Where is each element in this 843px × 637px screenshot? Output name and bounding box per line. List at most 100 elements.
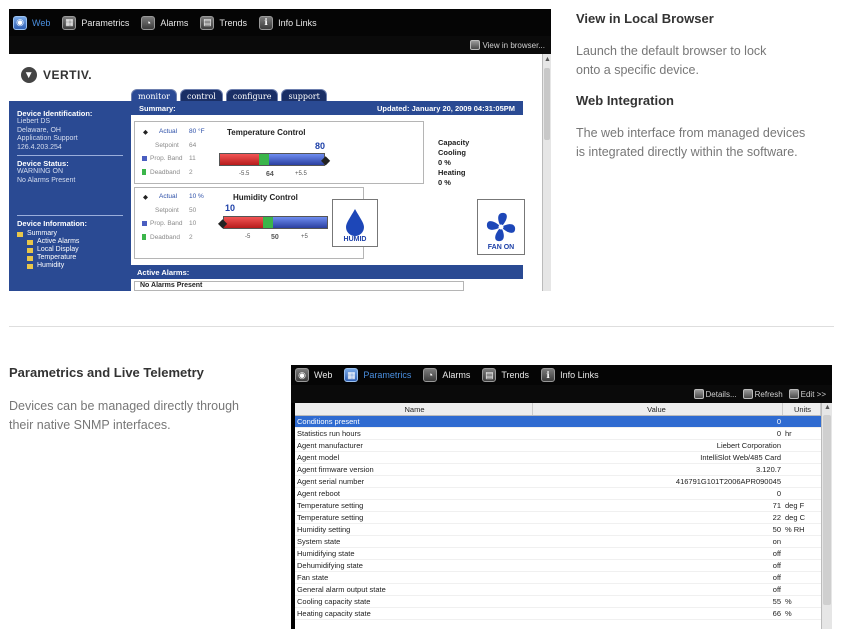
refresh-button[interactable]: Refresh <box>742 389 783 399</box>
web-integration-title: Web Integration <box>576 93 674 108</box>
parametrics-table: Name Value Units Conditions present 0 Stat… <box>295 403 821 629</box>
fan-on-button[interactable]: FAN ON <box>477 199 525 255</box>
hum-setpoint-value: 50 <box>189 207 197 214</box>
temp-actual-value: 80 °F <box>189 128 205 135</box>
column-header-value[interactable]: Value <box>533 403 783 415</box>
temp-actual-label: Actual <box>159 128 178 135</box>
cell-units: deg C <box>785 513 806 522</box>
trends-icon: ▤ <box>200 15 215 30</box>
table-row[interactable]: Agent firmware version 3.120.7 <box>295 464 821 476</box>
propband-icon <box>142 221 147 228</box>
table-row[interactable]: General alarm output state off <box>295 584 821 596</box>
table-row[interactable]: System state on <box>295 536 821 548</box>
sidebar-divider <box>17 155 123 156</box>
nav-tab-info-links[interactable]: ℹ Info Links <box>259 15 317 30</box>
table-row[interactable]: Fan state off <box>295 572 821 584</box>
scroll-up-icon[interactable]: ▲ <box>544 56 551 63</box>
temp-control-title: Temperature Control <box>227 128 306 137</box>
table-row[interactable]: Humidifying state off <box>295 548 821 560</box>
vertiv-logo: ▼ VERTIV. <box>21 67 92 83</box>
deadband-icon <box>142 234 146 242</box>
cell-name: Temperature setting <box>297 501 364 510</box>
deadband-icon <box>142 169 146 177</box>
web-view-window: ◉ Web ▦ Parametrics ◔ Alarms ▤ Trends ℹ Info … <box>9 9 551 291</box>
cell-value: 416791G101T2006APR090045 <box>675 477 781 486</box>
nav-tab-web[interactable]: ◉ Web <box>295 368 332 382</box>
cell-value: off <box>772 561 781 570</box>
table-row[interactable]: Agent reboot 0 <box>295 488 821 500</box>
folder-icon <box>17 231 23 237</box>
bar-cool-segment <box>269 154 324 165</box>
table-scrollbar[interactable]: ▲ <box>821 403 832 629</box>
cell-value: on <box>772 537 781 546</box>
humidity-panel: ◆ Actual 10 % Setpoint 50 Prop. Band 10 … <box>134 187 378 259</box>
page: ◉ Web ▦ Parametrics ◔ Alarms ▤ Trends ℹ Info … <box>0 0 843 637</box>
table-row[interactable]: Conditions present 0 <box>295 416 821 428</box>
diamond-icon: ◆ <box>143 129 148 136</box>
table-row[interactable]: Humidity setting 50 % RH <box>295 524 821 536</box>
column-header-units[interactable]: Units <box>783 403 821 415</box>
summary-bar: Summary: Updated: January 20, 2009 04:31… <box>131 101 523 115</box>
hum-deadband-value: 2 <box>189 234 193 241</box>
device-id-line: 126.4.203.254 <box>17 143 62 151</box>
table-row[interactable]: Agent manufacturer Liebert Corporation <box>295 440 821 452</box>
nav-tab-info-links[interactable]: ℹ Info Links <box>541 368 599 382</box>
table-row[interactable]: Agent serial number 416791G101T2006APR090… <box>295 476 821 488</box>
table-row[interactable]: Temperature setting 71 deg F <box>295 500 821 512</box>
nav-tab-alarms[interactable]: ◔ Alarms <box>423 368 470 382</box>
nav-tab-trends[interactable]: ▤ Trends <box>200 15 247 30</box>
tree-item-temperature[interactable]: Temperature <box>17 254 123 262</box>
tree-item-active-alarms[interactable]: Active Alarms <box>17 238 123 246</box>
scroll-thumb[interactable] <box>823 415 831 605</box>
temp-propband-label: Prop. Band <box>150 155 183 162</box>
table-row[interactable]: Dehumidifying state off <box>295 560 821 572</box>
table-row[interactable]: Heating capacity state 66% <box>295 608 821 620</box>
nav-tab-parametrics[interactable]: ▦ Parametrics <box>62 15 129 30</box>
parametrics-text: Devices can be managed directly through … <box>9 399 239 432</box>
hum-big-value: 10 <box>225 203 236 213</box>
cell-units <box>783 572 821 583</box>
details-icon <box>693 389 704 399</box>
device-info-title: Device Information: <box>17 219 88 228</box>
parametrics-title: Parametrics and Live Telemetry <box>9 365 204 380</box>
nav-tab-trends[interactable]: ▤ Trends <box>482 368 529 382</box>
cell-name: Agent serial number <box>297 477 365 486</box>
cell-value: 22 <box>772 513 781 522</box>
capacity-block: Capacity Cooling 0 % Heating 0 % <box>438 138 469 188</box>
column-header-name[interactable]: Name <box>295 403 533 415</box>
details-button[interactable]: Details... <box>693 389 737 399</box>
capacity-cooling: Cooling 0 % <box>438 148 466 167</box>
device-id-title: Device Identification: <box>17 109 93 118</box>
tree-item-summary[interactable]: Summary <box>17 230 123 238</box>
tree-item-humidity[interactable]: Humidity <box>17 262 123 270</box>
temp-scale-mid: 64 <box>266 171 274 178</box>
scroll-thumb[interactable] <box>544 68 550 140</box>
nav-tab-web[interactable]: ◉ Web <box>13 15 50 30</box>
table-row[interactable]: Cooling capacity state 55% <box>295 596 821 608</box>
tree-item-local-display[interactable]: Local Display <box>17 246 123 254</box>
propband-icon <box>142 156 147 163</box>
view-in-browser-button[interactable]: View in browser... <box>470 40 545 50</box>
fan-icon <box>486 212 516 242</box>
cell-name: Agent firmware version <box>297 465 374 474</box>
device-web-page: ▼ VERTIV. monitor control configure suppo… <box>9 54 542 291</box>
table-row[interactable]: Temperature setting 22 deg C <box>295 512 821 524</box>
nav-tab-alarms[interactable]: ◔ Alarms <box>141 15 188 30</box>
cell-units: % RH <box>785 525 805 534</box>
edit-button[interactable]: Edit >> <box>788 389 826 399</box>
cell-name: System state <box>297 537 341 546</box>
scroll-up-icon[interactable]: ▲ <box>824 404 831 411</box>
view-local-title: View in Local Browser <box>576 11 714 26</box>
device-sidebar: Device Identification: Liebert DS Delawa… <box>9 101 131 291</box>
water-drop-icon <box>346 209 364 236</box>
table-row[interactable]: Statistics run hours 0 hr <box>295 428 821 440</box>
cell-value: 0 <box>776 489 781 498</box>
bar-dehumidify-segment <box>273 217 327 228</box>
cell-value: off <box>772 573 781 582</box>
info-links-icon: ℹ <box>259 15 274 30</box>
web-scrollbar[interactable]: ▲ <box>542 54 551 291</box>
humid-button[interactable]: HUMID <box>332 199 378 247</box>
nav-tab-parametrics[interactable]: ▦ Parametrics <box>344 368 411 382</box>
cell-name: Heating capacity state <box>297 609 371 618</box>
table-row[interactable]: Agent model IntelliSlot Web/485 Card <box>295 452 821 464</box>
